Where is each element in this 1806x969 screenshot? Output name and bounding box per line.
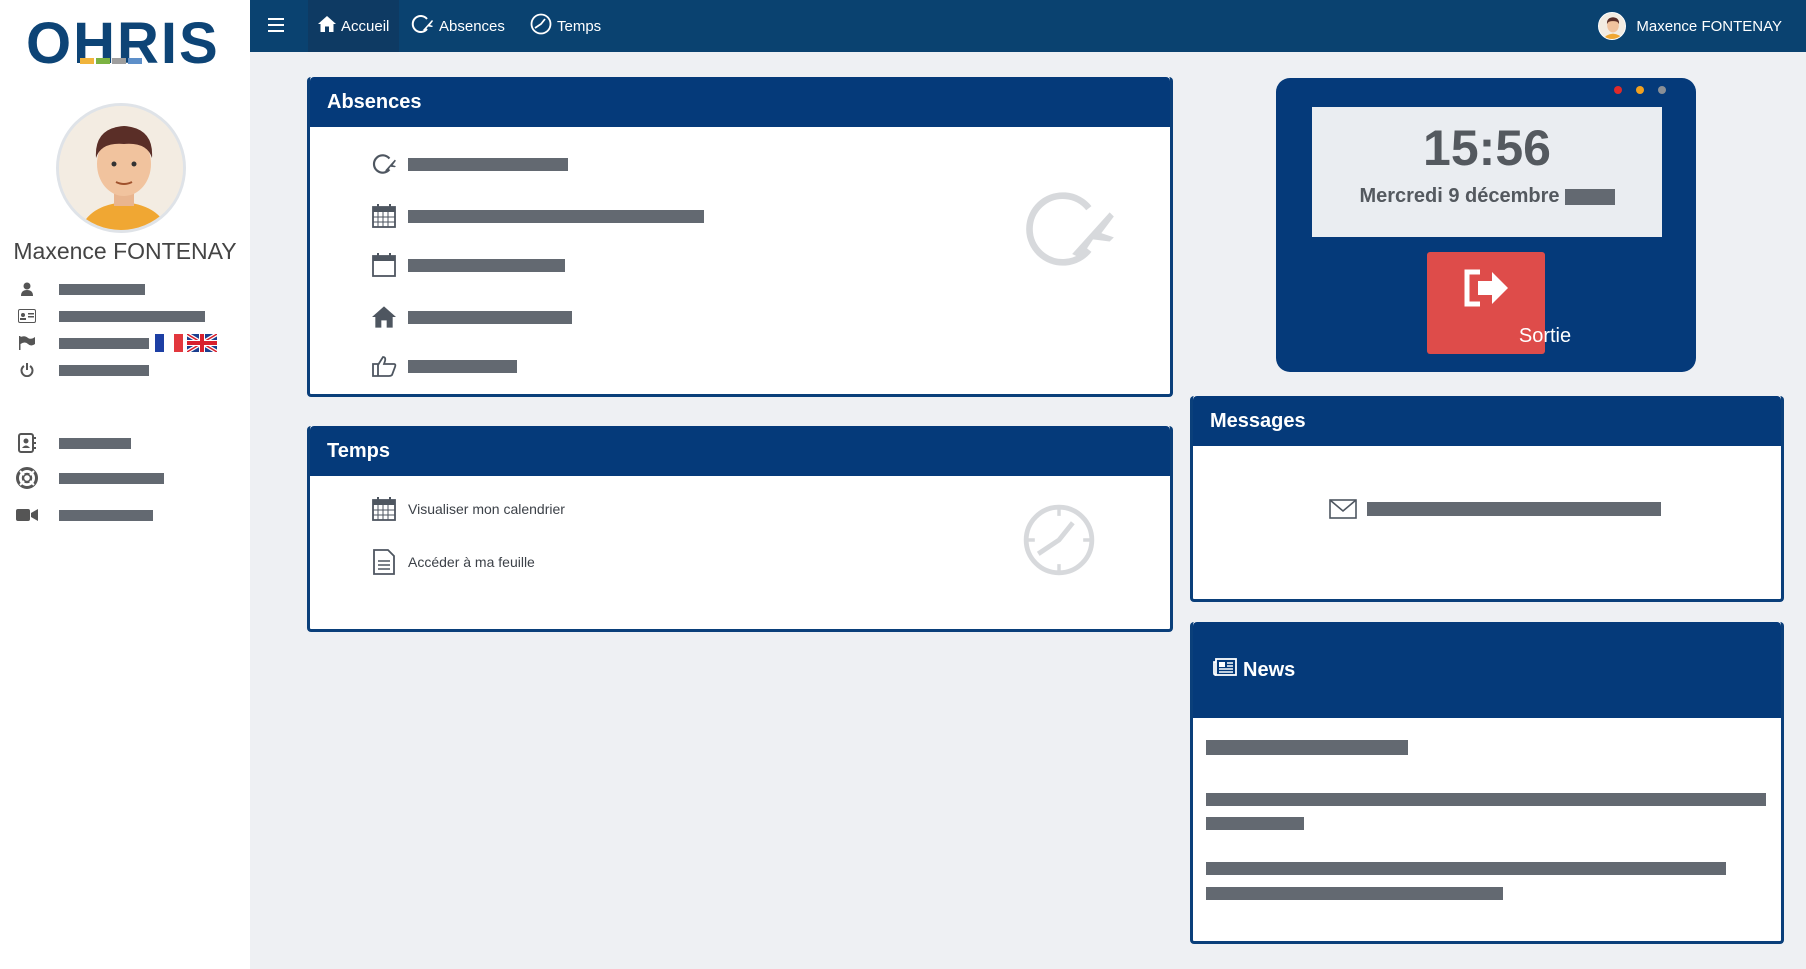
temps-item-label: Accéder à ma feuille: [408, 554, 535, 570]
redacted-text: [59, 283, 145, 295]
absences-panel-title: Absences: [310, 77, 1170, 127]
envelope-icon: [1329, 496, 1357, 522]
redacted-text: [59, 472, 164, 484]
sidebar-user-name: Maxence FONTENAY: [13, 238, 237, 264]
clock-icon: [530, 13, 552, 39]
temps-panel-title: Temps: [310, 426, 1170, 476]
news-line-redacted: [1206, 862, 1726, 875]
sidebar-item-id-card[interactable]: [16, 307, 205, 325]
absences-item-planning[interactable]: [370, 252, 565, 278]
nav-tab-temps[interactable]: Temps: [520, 0, 611, 52]
clock-date: Mercredi 9 décembre: [1359, 185, 1560, 207]
news-panel-title: News: [1243, 658, 1296, 681]
sidebar-item-logout[interactable]: [16, 361, 149, 379]
user-avatar[interactable]: [56, 103, 186, 233]
redacted-text: [59, 364, 149, 376]
video-camera-icon: [16, 506, 38, 524]
absence-plane-icon: [370, 151, 398, 177]
calendar-icon: [370, 252, 398, 278]
redacted-text: [1564, 188, 1615, 205]
flag-icon: [16, 334, 38, 352]
sign-out-icon: [1462, 268, 1510, 313]
temps-item-label: Visualiser mon calendrier: [408, 501, 565, 517]
french-flag-icon[interactable]: [155, 334, 183, 352]
document-icon: [370, 549, 398, 575]
hamburger-menu-icon[interactable]: [268, 18, 284, 32]
redacted-text: [59, 509, 153, 521]
top-user-name: Maxence FONTENAY: [1636, 17, 1782, 35]
redacted-text: [1367, 502, 1661, 516]
clock-time: 15:56: [1423, 120, 1551, 176]
redacted-text: [408, 359, 517, 373]
temps-panel: Temps Visualiser mon calendrier Accéder …: [307, 426, 1173, 632]
top-navbar: Accueil Absences Temps Maxence FONTENAY: [250, 0, 1806, 52]
redacted-text: [59, 310, 205, 322]
sidebar: OHRIS Maxence FONTENAY: [0, 0, 250, 969]
sidebar-item-profile[interactable]: [16, 280, 145, 298]
nav-tab-absences[interactable]: Absences: [400, 0, 515, 52]
clock-date-row: Mercredi 9 décembre: [1312, 185, 1662, 208]
absences-item-home[interactable]: [370, 304, 572, 330]
sidebar-item-language[interactable]: [16, 334, 217, 352]
sidebar-item-video[interactable]: [16, 506, 153, 524]
home-icon: [370, 304, 398, 330]
news-line-redacted: [1206, 817, 1304, 830]
logo-text: OHRIS: [26, 11, 220, 76]
absences-panel: Absences: [307, 77, 1173, 397]
temps-item-calendar[interactable]: Visualiser mon calendrier: [370, 496, 565, 522]
sortie-label: Sortie: [1518, 325, 1572, 347]
nav-tab-label: Absences: [439, 17, 505, 35]
news-line-redacted: [1206, 793, 1766, 806]
redacted-text: [408, 310, 572, 324]
sidebar-item-contacts[interactable]: [16, 433, 131, 453]
user-menu[interactable]: Maxence FONTENAY: [1598, 12, 1782, 40]
newspaper-icon: [1213, 658, 1237, 682]
window-dots: [1614, 86, 1666, 94]
contact-book-icon: [16, 433, 38, 453]
redacted-text: [408, 157, 568, 171]
absences-item-calendar[interactable]: [370, 203, 704, 229]
messages-panel-title: Messages: [1193, 396, 1781, 446]
news-headline-redacted[interactable]: [1206, 740, 1408, 755]
absences-item-request[interactable]: [370, 151, 568, 177]
news-panel: News: [1190, 622, 1784, 944]
life-ring-icon: [16, 467, 38, 489]
sortie-button[interactable]: Sortie: [1427, 252, 1571, 354]
power-icon: [16, 361, 38, 379]
ohris-logo[interactable]: OHRIS: [26, 14, 221, 74]
nav-tab-label: Temps: [557, 17, 602, 35]
messages-panel: Messages: [1190, 396, 1784, 602]
news-line-redacted: [1206, 887, 1503, 900]
logo-color-bars: [80, 58, 142, 64]
redacted-text: [408, 209, 704, 223]
thumbs-up-hand-icon: [370, 353, 398, 379]
sidebar-item-help[interactable]: [16, 467, 164, 489]
id-card-icon: [16, 307, 38, 325]
absence-watermark-icon: [1018, 187, 1118, 276]
punch-clock-widget: 15:56 Mercredi 9 décembre Sortie: [1276, 78, 1696, 372]
redacted-text: [59, 337, 149, 349]
temps-item-sheet[interactable]: Accéder à ma feuille: [370, 549, 535, 575]
clock-watermark-icon: [1021, 502, 1097, 583]
messages-item[interactable]: [1329, 496, 1661, 522]
nav-tab-accueil[interactable]: Accueil: [308, 0, 400, 52]
absence-plane-icon: [410, 14, 434, 38]
home-icon: [318, 16, 336, 36]
nav-tab-label: Accueil: [341, 17, 390, 35]
absences-item-validation[interactable]: [370, 353, 517, 379]
uk-flag-icon[interactable]: [187, 334, 217, 352]
calendar-grid-icon: [370, 203, 398, 229]
user-icon: [16, 280, 38, 298]
redacted-text: [59, 437, 131, 449]
clock-display: 15:56 Mercredi 9 décembre: [1312, 107, 1662, 237]
user-avatar-small: [1598, 12, 1627, 40]
calendar-grid-icon: [370, 496, 398, 522]
redacted-text: [408, 258, 565, 272]
news-panel-header: News: [1193, 622, 1781, 718]
